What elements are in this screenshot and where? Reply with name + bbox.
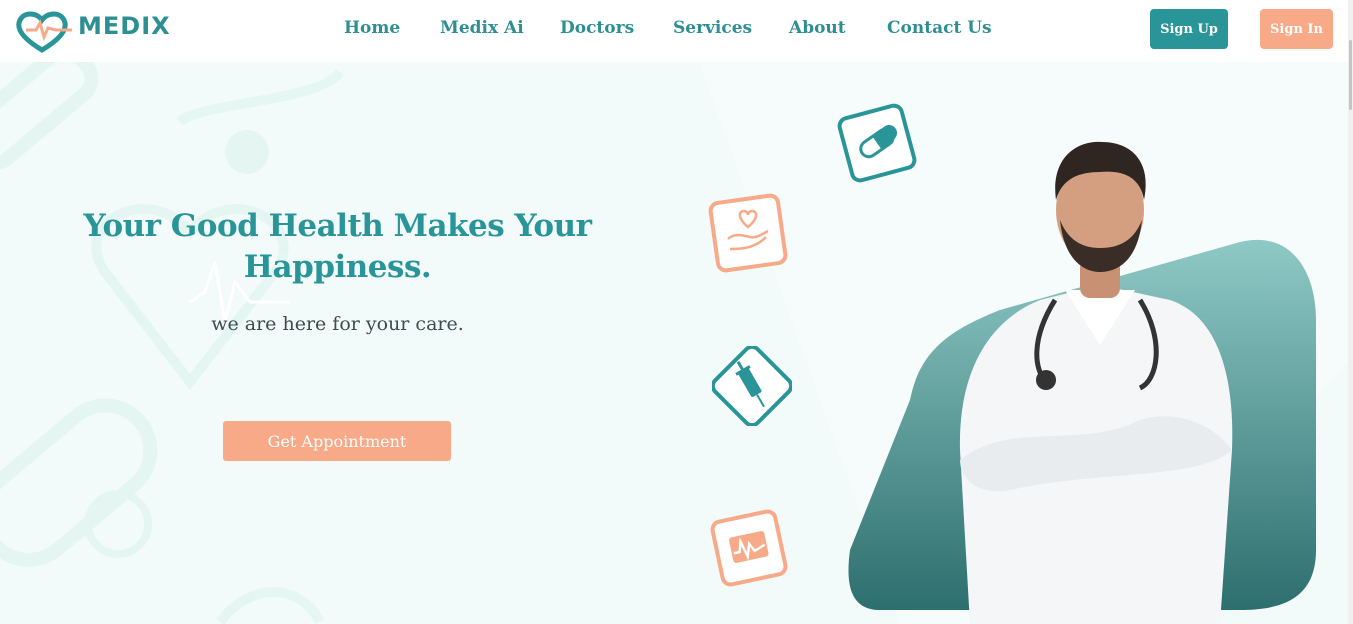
syringe-icon	[712, 346, 792, 426]
page-scrollbar[interactable]	[1348, 0, 1353, 624]
nav-item-home[interactable]: Home	[344, 18, 400, 38]
sign-in-button[interactable]: Sign In	[1260, 9, 1333, 49]
nav-item-about[interactable]: About	[789, 18, 846, 38]
nav-item-services[interactable]: Services	[673, 18, 752, 38]
sign-up-button[interactable]: Sign Up	[1150, 9, 1228, 49]
doctor-illustration	[848, 141, 1316, 624]
get-appointment-button[interactable]: Get Appointment	[223, 421, 451, 461]
nav-item-contact-us[interactable]: Contact Us	[887, 18, 992, 38]
hero-title: Your Good Health Makes Your Happiness.	[83, 208, 592, 285]
top-navbar: MEDIX Home Medix Ai Doctors Services About Co…	[0, 0, 1348, 62]
nav-item-doctors[interactable]: Doctors	[560, 18, 634, 38]
main-nav: Home Medix Ai Doctors Services About Contact …	[0, 0, 1348, 62]
nav-item-medix-ai[interactable]: Medix Ai	[440, 18, 524, 38]
scrollbar-thumb[interactable]	[1349, 40, 1352, 110]
heart-hand-icon	[708, 193, 788, 273]
heart-monitor-icon	[710, 509, 788, 587]
hero-subtitle: we are here for your care.	[211, 313, 464, 335]
